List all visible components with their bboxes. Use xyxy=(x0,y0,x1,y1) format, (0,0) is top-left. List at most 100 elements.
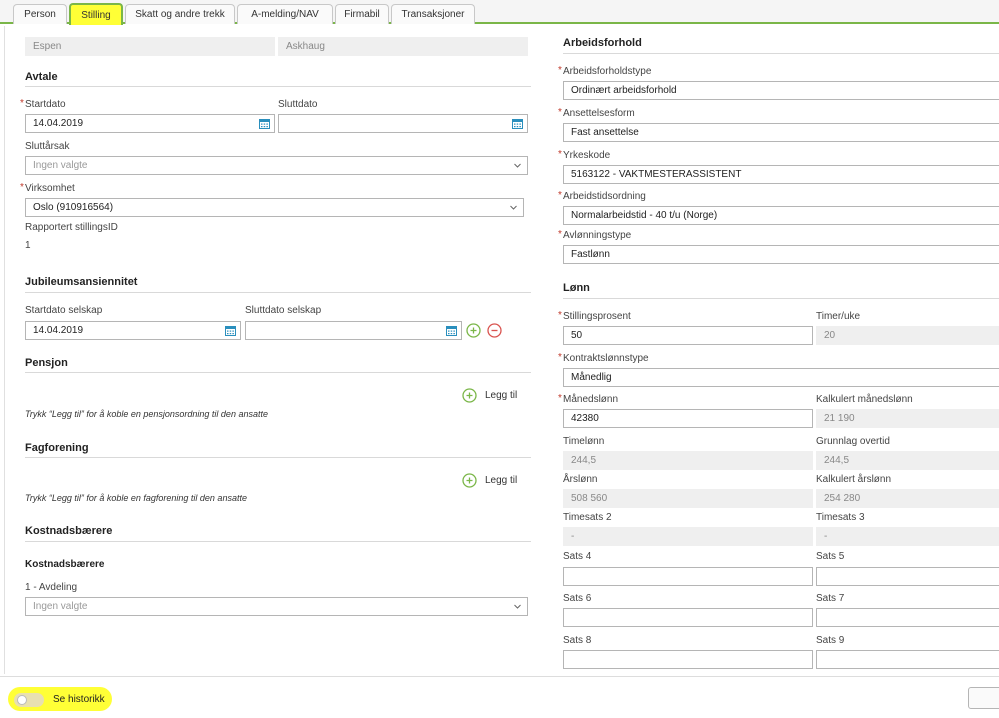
sluttarsak-label: Sluttårsak xyxy=(25,141,70,152)
history-toggle[interactable] xyxy=(14,693,44,707)
sats4-label: Sats 4 xyxy=(563,551,592,562)
last-name-field: Askhaug xyxy=(278,37,528,56)
arbeidstidsordning-label: Arbeidstidsordning xyxy=(558,190,646,202)
sluttarsak-select[interactable]: Ingen valgte xyxy=(25,156,528,175)
avdeling-select[interactable]: Ingen valgte xyxy=(25,597,528,616)
startdato-selskap-value: 14.04.2019 xyxy=(33,325,84,336)
divider xyxy=(25,292,531,293)
calendar-icon[interactable] xyxy=(446,325,457,336)
chevron-down-icon xyxy=(510,205,517,210)
virksomhet-value: Oslo (910916564) xyxy=(33,202,114,213)
timer-uke-label: Timer/uke xyxy=(816,311,861,322)
add-circle-icon xyxy=(462,387,477,403)
tab-skatt[interactable]: Skatt og andre trekk xyxy=(125,4,235,24)
stillingsprosent-input[interactable]: 50 xyxy=(563,326,813,345)
divider xyxy=(25,457,531,458)
arbeidsforholdstype-select[interactable]: Ordinært arbeidsforhold xyxy=(563,81,999,100)
first-name-field: Espen xyxy=(25,37,275,56)
kalkulert-arslonn-field: 254 280 xyxy=(816,489,999,508)
add-circle-icon[interactable] xyxy=(466,323,481,338)
kostnad-subtitle: Kostnadsbærere xyxy=(25,559,105,570)
main-content: Espen Askhaug Avtale Startdato 14.04.201… xyxy=(4,26,999,674)
section-jubileum-title: Jubileumsansiennitet xyxy=(25,276,138,288)
sats5-label: Sats 5 xyxy=(816,551,845,562)
stillingsid-label: Rapportert stillingsID xyxy=(25,222,118,233)
timelonn-field: 244,5 xyxy=(563,451,813,470)
footer-bar: Se historikk xyxy=(0,676,999,718)
section-fagforening-title: Fagforening xyxy=(25,442,89,454)
sluttdato-label: Sluttdato xyxy=(278,99,318,110)
sats7-input[interactable] xyxy=(816,608,999,627)
sats9-label: Sats 9 xyxy=(816,635,845,646)
pensjon-add-button[interactable]: Legg til xyxy=(462,387,517,403)
timer-uke-field: 20 xyxy=(816,326,999,345)
fagforening-add-button[interactable]: Legg til xyxy=(462,472,517,488)
startdato-input[interactable]: 14.04.2019 xyxy=(25,114,275,133)
timesats3-label: Timesats 3 xyxy=(816,512,865,523)
kalkulert-manedslonn-label: Kalkulert månedslønn xyxy=(816,394,913,405)
tab-firmabil[interactable]: Firmabil xyxy=(335,4,389,24)
startdato-label: Startdato xyxy=(20,98,66,110)
calendar-icon[interactable] xyxy=(225,325,236,336)
history-label: Se historikk xyxy=(53,694,105,705)
section-kostnad-title: Kostnadsbærere xyxy=(25,525,113,537)
avlonningstype-label: Avlønningstype xyxy=(558,229,631,241)
sats8-input[interactable] xyxy=(563,650,813,669)
manedslonn-label: Månedslønn xyxy=(558,393,618,405)
tab-transaksjoner[interactable]: Transaksjoner xyxy=(391,4,475,24)
timelonn-label: Timelønn xyxy=(563,436,605,447)
arslonn-field: 508 560 xyxy=(563,489,813,508)
footer-button[interactable] xyxy=(968,687,999,709)
section-arbeidsforhold-title: Arbeidsforhold xyxy=(563,37,642,49)
divider xyxy=(563,298,999,299)
section-pensjon-title: Pensjon xyxy=(25,357,68,369)
tab-person[interactable]: Person xyxy=(13,4,67,24)
calendar-icon[interactable] xyxy=(512,118,523,129)
sats6-input[interactable] xyxy=(563,608,813,627)
grunnlag-overtid-label: Grunnlag overtid xyxy=(816,436,890,447)
divider xyxy=(563,53,999,54)
chevron-down-icon xyxy=(514,604,521,609)
section-lonn-title: Lønn xyxy=(563,282,590,294)
sluttdato-input[interactable] xyxy=(278,114,528,133)
chevron-down-icon xyxy=(514,163,521,168)
yrkeskode-select[interactable]: 5163122 - VAKTMESTERASSISTENT xyxy=(563,165,999,184)
pensjon-add-label: Legg til xyxy=(485,389,518,401)
divider xyxy=(25,541,531,542)
tab-bar: Person Stilling Skatt og andre trekk A-m… xyxy=(0,0,999,25)
manedslonn-input[interactable]: 42380 xyxy=(563,409,813,428)
avlonningstype-select[interactable]: Fastlønn xyxy=(563,245,999,264)
virksomhet-label: Virksomhet xyxy=(20,182,75,194)
arslonn-label: Årslønn xyxy=(563,474,598,485)
startdato-selskap-input[interactable]: 14.04.2019 xyxy=(25,321,241,340)
fagforening-hint: Trykk “Legg til” for å koble en fagforen… xyxy=(25,493,247,503)
grunnlag-overtid-field: 244,5 xyxy=(816,451,999,470)
startdato-value: 14.04.2019 xyxy=(33,118,84,129)
sats6-label: Sats 6 xyxy=(563,593,592,604)
ansettelsesform-select[interactable]: Fast ansettelse xyxy=(563,123,999,142)
avdeling-value: Ingen valgte xyxy=(33,601,88,612)
section-avtale-title: Avtale xyxy=(25,71,58,83)
sats5-input[interactable] xyxy=(816,567,999,586)
pensjon-hint: Trykk “Legg til” for å koble en pensjons… xyxy=(25,409,268,419)
yrkeskode-label: Yrkeskode xyxy=(558,149,610,161)
arbeidstidsordning-select[interactable]: Normalarbeidstid - 40 t/u (Norge) xyxy=(563,206,999,225)
tab-amelding[interactable]: A-melding/NAV xyxy=(237,4,333,24)
remove-circle-icon[interactable] xyxy=(487,323,502,338)
sats7-label: Sats 7 xyxy=(816,593,845,604)
stillingsprosent-label: Stillingsprosent xyxy=(558,310,631,322)
fagforening-add-label: Legg til xyxy=(485,474,518,486)
sluttdato-selskap-input[interactable] xyxy=(245,321,462,340)
startdato-selskap-label: Startdato selskap xyxy=(25,305,103,316)
toggle-knob xyxy=(17,695,27,705)
sats4-input[interactable] xyxy=(563,567,813,586)
stillingsid-value: 1 xyxy=(25,240,31,251)
kontraktslonnstype-label: Kontraktslønnstype xyxy=(558,352,649,364)
calendar-icon[interactable] xyxy=(259,118,270,129)
sats8-label: Sats 8 xyxy=(563,635,592,646)
tab-stilling[interactable]: Stilling xyxy=(69,3,123,25)
virksomhet-select[interactable]: Oslo (910916564) xyxy=(25,198,524,217)
sluttarsak-value: Ingen valgte xyxy=(33,160,88,171)
sats9-input[interactable] xyxy=(816,650,999,669)
kontraktslonnstype-select[interactable]: Månedlig xyxy=(563,368,999,387)
